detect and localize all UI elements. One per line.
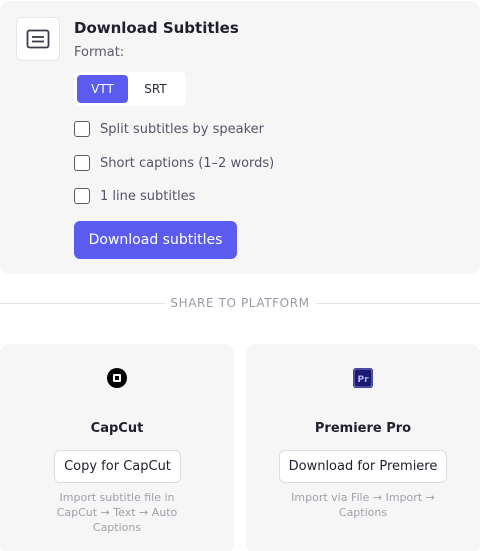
option-label: 1 line subtitles xyxy=(100,188,196,204)
option-label: Split subtitles by speaker xyxy=(100,121,265,137)
platform-note: Import subtitle file in CapCut → Text → … xyxy=(56,491,178,534)
download-subtitles-button[interactable]: Download subtitles xyxy=(74,221,237,259)
svg-text:Pr: Pr xyxy=(357,375,369,385)
option-label: Short captions (1–2 words) xyxy=(100,155,275,171)
option-short-captions[interactable]: Short captions (1–2 words) xyxy=(74,155,274,171)
option-one-line[interactable]: 1 line subtitles xyxy=(74,188,195,204)
format-srt-button[interactable]: SRT xyxy=(128,75,183,103)
card-title: Download Subtitles xyxy=(74,19,239,37)
short-captions-checkbox[interactable] xyxy=(74,155,90,171)
premiere-card: Pr Premiere Pro Download for Premiere Im… xyxy=(246,344,480,551)
download-for-premiere-button[interactable]: Download for Premiere xyxy=(279,450,447,483)
format-label: Format: xyxy=(74,45,125,60)
download-subtitles-card: Download Subtitles Format: VTT SRT Split… xyxy=(0,1,480,274)
format-vtt-button[interactable]: VTT xyxy=(77,75,128,103)
capcut-icon xyxy=(107,368,127,388)
platform-name: Premiere Pro xyxy=(314,421,412,436)
format-toggle: VTT SRT xyxy=(74,72,186,106)
capcut-card: CapCut Copy for CapCut Import subtitle f… xyxy=(0,344,234,551)
split-by-speaker-checkbox[interactable] xyxy=(74,121,90,137)
one-line-checkbox[interactable] xyxy=(74,188,90,204)
platform-note: Import via File → Import → Captions xyxy=(291,491,435,519)
copy-for-capcut-button[interactable]: Copy for CapCut xyxy=(54,450,181,483)
divider-right xyxy=(316,303,480,304)
option-split-by-speaker[interactable]: Split subtitles by speaker xyxy=(74,121,264,137)
premiere-pro-icon: Pr xyxy=(353,368,373,388)
subtitles-icon xyxy=(16,17,60,61)
platform-name: CapCut xyxy=(90,421,144,436)
